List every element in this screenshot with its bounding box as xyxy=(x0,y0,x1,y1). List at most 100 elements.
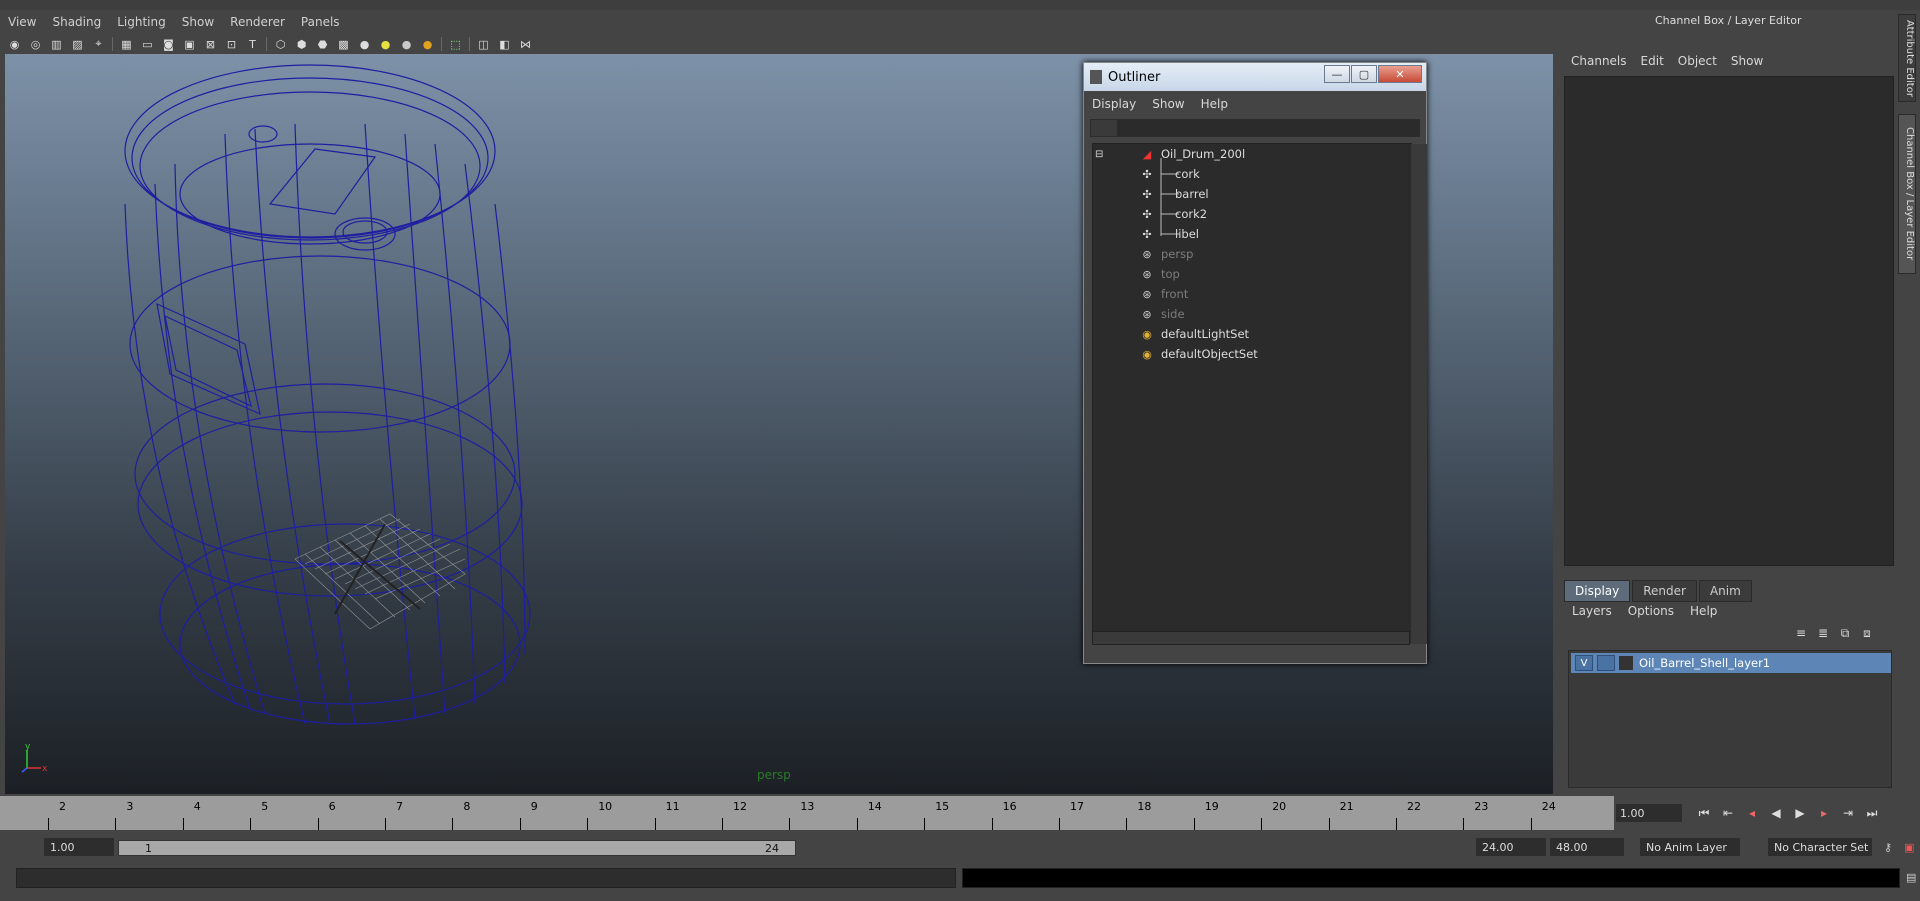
tab-attribute-editor[interactable]: Attribute Editor xyxy=(1898,14,1916,102)
list-item[interactable]: ◉ defaultLightSet xyxy=(1139,324,1249,344)
field-chart-icon[interactable]: ⊠ xyxy=(202,37,219,52)
step-forward-frame-icon[interactable]: ▸ xyxy=(1812,804,1836,822)
new-layer-selected-icon[interactable]: ⧈ xyxy=(1856,626,1878,642)
outliner-title: Outliner xyxy=(1108,69,1161,85)
image-plane-icon[interactable]: ▨ xyxy=(69,37,86,52)
channel-box-title: Channel Box / Layer Editor xyxy=(1655,14,1802,27)
layer-menu-layers[interactable]: Layers xyxy=(1564,604,1620,618)
resolution-gate-icon[interactable]: ◙ xyxy=(160,37,177,52)
step-back-key-icon[interactable]: ⇤ xyxy=(1716,804,1740,822)
tick-label: 23 xyxy=(1474,800,1489,813)
layer-menu-help[interactable]: Help xyxy=(1682,604,1725,618)
command-input[interactable] xyxy=(16,868,956,888)
list-item[interactable]: ⊛ front xyxy=(1139,284,1188,304)
tab-anim[interactable]: Anim xyxy=(1698,580,1752,602)
step-forward-key-icon[interactable]: ⇥ xyxy=(1836,804,1860,822)
menu-shading[interactable]: Shading xyxy=(44,15,109,29)
start-time-field[interactable]: 1.00 xyxy=(44,838,114,856)
list-item[interactable]: ✣ libel xyxy=(1139,224,1199,244)
tab-display[interactable]: Display xyxy=(1564,580,1631,602)
safe-title-icon[interactable]: T xyxy=(244,37,261,52)
isolate-select-icon[interactable]: ⬚ xyxy=(447,37,464,52)
range-slider[interactable]: 1 24 xyxy=(118,840,796,856)
outliner-menu-display[interactable]: Display xyxy=(1084,97,1144,111)
channel-box-menu-show[interactable]: Show xyxy=(1724,54,1770,68)
channel-box-menu-edit[interactable]: Edit xyxy=(1634,54,1671,68)
menu-panels[interactable]: Panels xyxy=(293,15,348,29)
tick-mark xyxy=(519,818,521,830)
magnet-icon[interactable]: ⌖ xyxy=(90,37,107,52)
go-to-start-icon[interactable]: ⏮ xyxy=(1692,804,1716,822)
list-item[interactable]: ✣ cork xyxy=(1139,164,1199,184)
grid-icon[interactable]: ▦ xyxy=(118,37,135,52)
move-layer-down-icon[interactable]: ≣ xyxy=(1812,626,1834,642)
list-item[interactable]: ✣ barrel xyxy=(1139,184,1208,204)
new-layer-icon[interactable]: ⧉ xyxy=(1834,626,1856,642)
layer-visibility-toggle[interactable]: V xyxy=(1575,655,1593,671)
move-layer-up-icon[interactable]: ≡ xyxy=(1790,626,1812,642)
outliner-filter-field[interactable] xyxy=(1090,119,1420,137)
layer-color-swatch[interactable] xyxy=(1619,656,1633,670)
key-icon[interactable]: ⚷ xyxy=(1878,838,1894,856)
menu-lighting[interactable]: Lighting xyxy=(109,15,174,29)
camera-icon[interactable]: ◉ xyxy=(6,37,23,52)
close-icon[interactable]: ✕ xyxy=(1378,65,1422,83)
default-light-icon[interactable]: ● xyxy=(356,37,373,52)
tick-mark xyxy=(182,818,184,830)
menu-renderer[interactable]: Renderer xyxy=(222,15,293,29)
end-time-field[interactable]: 24.00 xyxy=(1476,838,1546,856)
go-to-end-icon[interactable]: ⏭ xyxy=(1860,804,1884,822)
film-gate-icon[interactable]: ▭ xyxy=(139,37,156,52)
channel-box-area[interactable] xyxy=(1564,76,1894,566)
xray-joints-icon[interactable]: ◧ xyxy=(496,37,513,52)
list-item-label: side xyxy=(1161,307,1185,321)
tick-mark xyxy=(1193,818,1195,830)
bookmark-icon[interactable]: ▥ xyxy=(48,37,65,52)
channel-box-menu-object[interactable]: Object xyxy=(1671,54,1724,68)
camera-attributes-icon[interactable]: ◎ xyxy=(27,37,44,52)
step-back-frame-icon[interactable]: ◂ xyxy=(1740,804,1764,822)
tab-render[interactable]: Render xyxy=(1632,580,1697,602)
smooth-shade-icon[interactable]: ⬢ xyxy=(293,37,310,52)
current-frame-field[interactable]: 1.00 xyxy=(1616,804,1682,822)
gate-mask-icon[interactable]: ▣ xyxy=(181,37,198,52)
menu-view[interactable]: View xyxy=(0,15,44,29)
layer-menu-options[interactable]: Options xyxy=(1620,604,1682,618)
wireframe-icon[interactable]: ⬡ xyxy=(272,37,289,52)
all-lights-icon[interactable]: ● xyxy=(377,37,394,52)
maximize-icon[interactable]: ▢ xyxy=(1351,65,1377,83)
layer-playback-toggle[interactable] xyxy=(1597,655,1615,671)
anim-layer-select[interactable]: No Anim Layer xyxy=(1640,838,1740,856)
preferences-icon[interactable]: ▣ xyxy=(1898,838,1914,856)
outliner-menu-help[interactable]: Help xyxy=(1193,97,1236,111)
outliner-horizontal-scrollbar[interactable] xyxy=(1092,631,1410,645)
list-item[interactable]: ⊛ side xyxy=(1139,304,1185,324)
list-item[interactable]: ⊛ top xyxy=(1139,264,1179,284)
layer-row[interactable]: V Oil_Barrel_Shell_layer1 xyxy=(1571,653,1891,673)
list-item[interactable]: ◢ Oil_Drum_200l xyxy=(1139,144,1245,164)
character-set-select[interactable]: No Character Set xyxy=(1768,838,1872,856)
minimize-icon[interactable]: — xyxy=(1324,65,1350,83)
outliner-menu-show[interactable]: Show xyxy=(1144,97,1192,111)
textured-icon[interactable]: ▩ xyxy=(335,37,352,52)
tab-channel-box[interactable]: Channel Box / Layer Editor xyxy=(1898,114,1916,274)
shadows-icon[interactable]: ● xyxy=(398,37,415,52)
expand-toggle-icon[interactable]: ⊟ xyxy=(1095,144,1109,164)
menu-show[interactable]: Show xyxy=(174,15,222,29)
share-icon[interactable]: ⋈ xyxy=(517,37,534,52)
channel-box-menu-channels[interactable]: Channels xyxy=(1564,54,1634,68)
list-item[interactable]: ✣ cork2 xyxy=(1139,204,1207,224)
play-backwards-icon[interactable]: ◀ xyxy=(1764,804,1788,822)
tick-label: 15 xyxy=(935,800,950,813)
list-item[interactable]: ◉ defaultObjectSet xyxy=(1139,344,1258,364)
filter-input[interactable] xyxy=(1117,120,1419,136)
script-editor-icon[interactable]: ▤ xyxy=(1900,868,1916,886)
high-quality-icon[interactable]: ● xyxy=(419,37,436,52)
list-item[interactable]: ⊛ persp xyxy=(1139,244,1193,264)
anim-end-field[interactable]: 48.00 xyxy=(1550,838,1624,856)
xray-icon[interactable]: ◫ xyxy=(475,37,492,52)
wireframe-on-shaded-icon[interactable]: ⬣ xyxy=(314,37,331,52)
safe-action-icon[interactable]: ⊡ xyxy=(223,37,240,52)
outliner-vertical-scrollbar[interactable] xyxy=(1411,144,1427,644)
play-forwards-icon[interactable]: ▶ xyxy=(1788,804,1812,822)
